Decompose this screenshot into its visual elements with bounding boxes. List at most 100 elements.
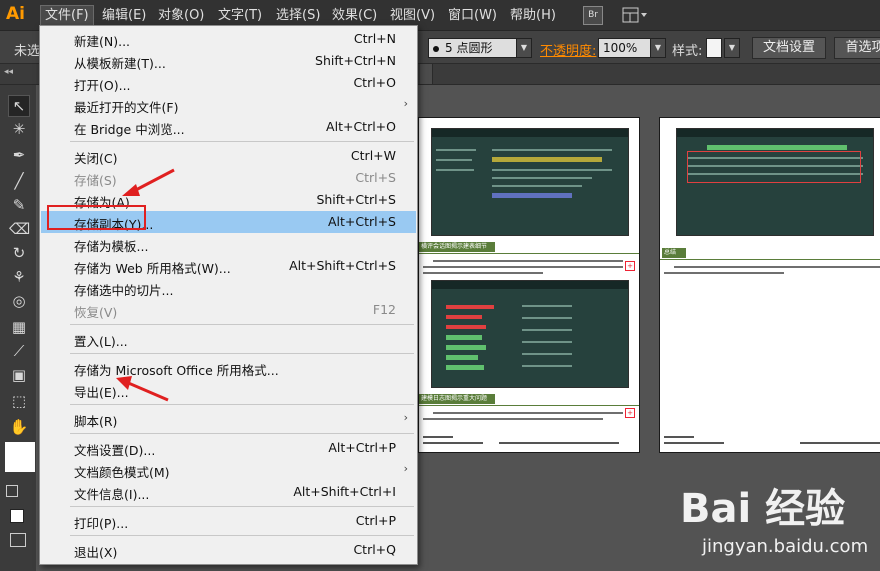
menu-separator	[70, 324, 414, 325]
menu-item-label: 从模板新建(T)...	[74, 56, 166, 71]
menu-item-save-as-template[interactable]: 存储为模板...	[41, 233, 416, 255]
menu-select[interactable]: 选择(S)	[272, 6, 324, 25]
line-tool-icon[interactable]: ╱	[9, 171, 29, 191]
menu-item-new-from-template[interactable]: 从模板新建(T)... Shift+Ctrl+N	[41, 50, 416, 72]
selection-tool-icon[interactable]: ↖	[8, 95, 30, 117]
magic-wand-tool-icon[interactable]: ✳	[9, 119, 29, 139]
menu-item-shortcut: Alt+Ctrl+O	[326, 119, 396, 134]
log-screenshot-image	[431, 280, 629, 388]
stroke-dropdown-caret-icon[interactable]: ▼	[516, 38, 532, 58]
menu-item-label: 存储为 Web 所用格式(W)...	[74, 261, 231, 276]
menu-item-new[interactable]: 新建(N)... Ctrl+N	[41, 28, 416, 50]
selection-status: 未选	[14, 44, 41, 59]
menu-separator	[70, 433, 414, 434]
menu-window[interactable]: 窗口(W)	[444, 6, 501, 25]
annotation-highlight-box	[47, 205, 146, 230]
menu-item-browse-in-bridge[interactable]: 在 Bridge 中浏览... Alt+Ctrl+O	[41, 116, 416, 138]
menu-item-save-for-office[interactable]: 存储为 Microsoft Office 所用格式...	[41, 357, 416, 379]
menu-item-shortcut: Ctrl+Q	[353, 542, 396, 557]
menu-item-label: 在 Bridge 中浏览...	[74, 122, 185, 137]
menu-item-open-recent[interactable]: 最近打开的文件(F) ›	[41, 94, 416, 116]
stroke-dot-icon	[433, 45, 439, 52]
menu-item-label: 存储(S)	[74, 173, 117, 188]
menu-item-label: 脚本(R)	[74, 414, 118, 429]
menu-item-save[interactable]: 存储(S) Ctrl+S	[41, 167, 416, 189]
menu-item-print[interactable]: 打印(P)... Ctrl+P	[41, 510, 416, 532]
stroke-profile-dropdown[interactable]: 5 点圆形	[428, 38, 520, 58]
draw-mode-icon[interactable]	[10, 533, 26, 547]
menu-item-label: 文件信息(I)...	[74, 487, 150, 502]
menu-help[interactable]: 帮助(H)	[506, 6, 560, 25]
menu-item-shortcut: Alt+Ctrl+S	[327, 214, 396, 229]
menu-separator	[70, 353, 414, 354]
menu-separator	[70, 506, 414, 507]
opacity-dropdown-caret-icon[interactable]: ▼	[650, 38, 666, 58]
summary-screenshot-image	[676, 128, 874, 236]
panel-collapse-icon[interactable]: ◂◂	[4, 67, 13, 77]
menu-item-place[interactable]: 置入(L)...	[41, 328, 416, 350]
default-colors-icon[interactable]	[6, 485, 18, 497]
menu-item-label: 存储选中的切片...	[74, 283, 174, 298]
artboard-tool-icon[interactable]: ⬚	[9, 391, 29, 411]
expand-plus-icon[interactable]: +	[625, 261, 635, 271]
menu-item-shortcut: Ctrl+P	[355, 513, 396, 528]
fill-color-swatch[interactable]	[5, 442, 35, 472]
style-label: 样式:	[672, 44, 703, 59]
menu-item-document-setup[interactable]: 文档设置(D)... Alt+Ctrl+P	[41, 437, 416, 459]
menu-file[interactable]: 文件(F)	[40, 5, 94, 26]
section-title-log: 建模日志图揭示重大问题	[419, 394, 495, 404]
pen-tool-icon[interactable]: ✒	[9, 145, 29, 165]
stroke-profile-value: 5 点圆形	[445, 41, 493, 55]
menu-item-save-selected-slices[interactable]: 存储选中的切片...	[41, 277, 416, 299]
preferences-button[interactable]: 首选项	[834, 37, 880, 59]
rotate-tool-icon[interactable]: ↻	[9, 243, 29, 263]
menu-item-save-for-web[interactable]: 存储为 Web 所用格式(W)... Alt+Shift+Ctrl+S	[41, 255, 416, 277]
baidu-jingyan-watermark: Bai 经验 jingyan.baidu.com	[680, 476, 880, 571]
menu-type[interactable]: 文字(T)	[214, 6, 266, 25]
style-dropdown-caret-icon[interactable]: ▼	[724, 38, 740, 58]
illustrator-logo: Ai	[6, 4, 25, 24]
opacity-link[interactable]: 不透明度:	[540, 40, 596, 59]
expand-plus-icon[interactable]: +	[625, 408, 635, 418]
menu-item-shortcut: Shift+Ctrl+S	[316, 192, 396, 207]
symbol-sprayer-tool-icon[interactable]: ▣	[9, 365, 29, 385]
workspace-switcher-icon[interactable]	[622, 7, 648, 23]
menu-item-open[interactable]: 打开(O)... Ctrl+O	[41, 72, 416, 94]
menu-item-file-info[interactable]: 文件信息(I)... Alt+Shift+Ctrl+I	[41, 481, 416, 503]
shape-builder-tool-icon[interactable]: ◎	[9, 291, 29, 311]
menu-edit[interactable]: 编辑(E)	[98, 6, 150, 25]
color-mode-icon[interactable]	[10, 509, 24, 523]
graphic-style-swatch[interactable]	[706, 38, 722, 58]
menu-view[interactable]: 视图(V)	[386, 6, 439, 25]
menu-item-label: 关闭(C)	[74, 151, 118, 166]
watermark-logo: Bai 经验	[680, 486, 846, 532]
opacity-input[interactable]: 100%	[598, 38, 654, 58]
menu-item-document-color-mode[interactable]: 文档颜色模式(M) ›	[41, 459, 416, 481]
document-tab[interactable]	[420, 64, 433, 84]
section-title-session: 横评会话图揭示建表细节	[419, 242, 495, 252]
document-settings-button[interactable]: 文档设置	[752, 37, 826, 59]
menu-item-label: 置入(L)...	[74, 334, 128, 349]
menu-item-close[interactable]: 关闭(C) Ctrl+W	[41, 145, 416, 167]
hand-tool-icon[interactable]: ✋	[9, 417, 29, 437]
paintbrush-tool-icon[interactable]: ✎	[9, 195, 29, 215]
menu-effect[interactable]: 效果(C)	[328, 6, 381, 25]
menu-item-exit[interactable]: 退出(X) Ctrl+Q	[41, 539, 416, 561]
menu-item-label: 最近打开的文件(F)	[74, 100, 179, 115]
menu-item-shortcut: Alt+Shift+Ctrl+S	[289, 258, 396, 273]
menu-item-label: 文档设置(D)...	[74, 443, 156, 458]
mesh-tool-icon[interactable]: ▦	[9, 317, 29, 337]
menu-item-export[interactable]: 导出(E)...	[41, 379, 416, 401]
eraser-tool-icon[interactable]: ⌫	[9, 219, 30, 239]
width-tool-icon[interactable]: ⚘	[9, 267, 29, 287]
section-divider	[660, 259, 880, 260]
menu-item-shortcut: Shift+Ctrl+N	[315, 53, 396, 68]
menu-item-shortcut: Alt+Ctrl+P	[328, 440, 396, 455]
bridge-button[interactable]: Br	[583, 6, 603, 25]
menu-item-scripts[interactable]: 脚本(R) ›	[41, 408, 416, 430]
menu-item-shortcut: F12	[372, 302, 396, 317]
menu-separator	[70, 141, 414, 142]
eyedropper-tool-icon[interactable]: ⟋	[9, 341, 29, 361]
menu-object[interactable]: 对象(O)	[154, 6, 208, 25]
menu-item-revert[interactable]: 恢复(V) F12	[41, 299, 416, 321]
